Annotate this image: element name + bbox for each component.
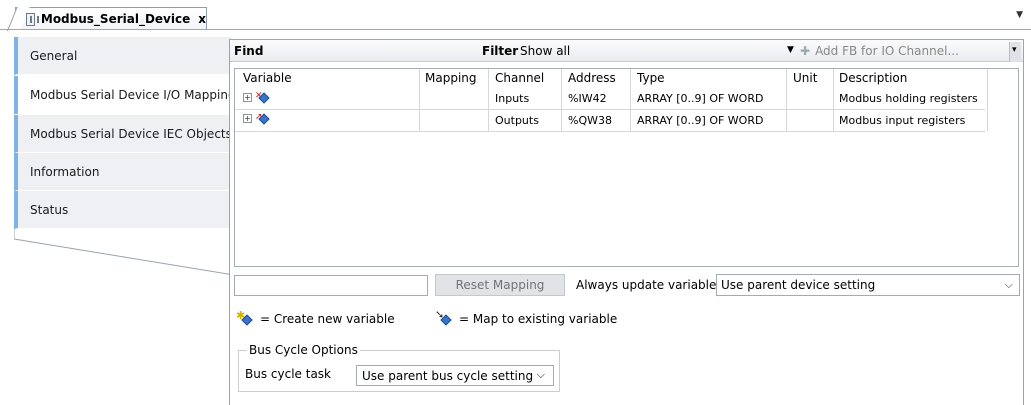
header-type[interactable]: Type <box>637 71 665 85</box>
output-variable-icon: ➚ <box>255 112 270 125</box>
always-update-select[interactable]: Use parent device setting ⌵ <box>716 274 1020 296</box>
sidebar-item-information[interactable]: Information <box>14 153 232 191</box>
column-divider <box>786 69 787 131</box>
chevron-down-icon: ⌵ <box>536 368 545 381</box>
cell-address: %QW38 <box>568 114 612 127</box>
editor-tab-strip: Modbus_Serial_Device x ▼ <box>0 0 1031 30</box>
cell-channel: Inputs <box>495 92 530 105</box>
filter-label: Filter <box>482 44 519 58</box>
bus-cycle-task-value: Use parent bus cycle setting <box>362 368 534 383</box>
sidebar-item-io-mapping[interactable]: Modbus Serial Device I/O Mapping <box>14 76 236 114</box>
always-update-label: Always update variables <box>576 278 723 292</box>
header-unit[interactable]: Unit <box>793 71 817 85</box>
input-variable-icon: ✕ <box>255 91 270 104</box>
sidebar-item-label: Information <box>30 164 100 179</box>
bus-cycle-task-label: Bus cycle task <box>245 367 331 381</box>
cell-type: ARRAY [0..9] OF WORD <box>637 114 764 127</box>
device-editor-sidebar: General Modbus Serial Device I/O Mapping… <box>8 37 236 405</box>
add-fb-label: Add FB for IO Channel... <box>815 44 959 58</box>
column-divider <box>630 69 631 131</box>
legend-create-new: ✱ = Create new variable <box>236 309 395 326</box>
tabstrip-divider <box>0 29 1031 30</box>
column-divider <box>561 69 562 131</box>
map-existing-variable-icon: ➘ <box>435 308 453 326</box>
header-variable[interactable]: Variable <box>243 71 292 85</box>
add-fb-button[interactable]: ✚ Add FB for IO Channel... <box>800 42 1010 60</box>
io-mapping-panel: Find Filter Show all ▼ ✚ Add FB for IO C… <box>229 39 1024 405</box>
column-divider <box>488 69 489 131</box>
header-mapping[interactable]: Mapping <box>425 71 477 85</box>
header-description[interactable]: Description <box>839 71 907 85</box>
row-divider <box>235 131 985 132</box>
cell-type: ARRAY [0..9] OF WORD <box>637 92 764 105</box>
device-icon <box>26 12 39 26</box>
reset-mapping-button[interactable]: Reset Mapping <box>435 274 565 296</box>
bus-cycle-options-title: Bus Cycle Options <box>247 343 360 357</box>
editor-tab[interactable]: Modbus_Serial_Device x <box>15 7 207 30</box>
always-update-value: Use parent device setting <box>721 278 876 292</box>
header-channel[interactable]: Channel <box>495 71 544 85</box>
column-divider <box>833 69 834 131</box>
bus-cycle-options-group: Bus Cycle Options Bus cycle task Use par… <box>238 343 560 392</box>
cell-channel: Outputs <box>495 114 539 127</box>
sidebar-item-label: Status <box>30 202 69 217</box>
column-divider <box>987 69 988 131</box>
chevron-down-icon: ⌵ <box>1004 278 1013 291</box>
io-mapping-table: Variable Mapping Channel Address Type Un… <box>234 68 1019 267</box>
create-new-variable-icon: ✱ <box>236 309 254 326</box>
tab-list-dropdown-icon[interactable]: ▼ <box>1016 10 1023 20</box>
editor-tab-title: Modbus_Serial_Device <box>40 12 191 26</box>
column-divider <box>419 69 420 131</box>
close-tab-icon[interactable]: x <box>198 12 206 26</box>
find-filter-bar: Find Filter Show all ▼ ✚ Add FB for IO C… <box>230 40 1023 62</box>
sidebar-item-label: Modbus Serial Device IEC Objects <box>30 126 232 141</box>
row-divider <box>235 109 985 110</box>
plus-expander-icon[interactable]: + <box>243 93 252 102</box>
find-label[interactable]: Find <box>234 44 263 58</box>
sidebar-tab-flare <box>14 227 234 276</box>
filter-select[interactable]: Show all <box>520 44 570 58</box>
legend-map-existing-label: = Map to existing variable <box>459 312 618 326</box>
sidebar-item-status[interactable]: Status <box>14 191 232 229</box>
sidebar-item-iec-objects[interactable]: Modbus Serial Device IEC Objects <box>14 115 232 153</box>
legend-map-existing: ➘ = Map to existing variable <box>435 308 618 326</box>
plus-expander-icon[interactable]: + <box>243 114 252 123</box>
bus-cycle-task-select[interactable]: Use parent bus cycle setting ⌵ <box>356 365 554 386</box>
header-address[interactable]: Address <box>568 71 616 85</box>
add-fb-icon: ✚ <box>800 44 811 58</box>
cell-description: Modbus holding registers <box>839 92 978 105</box>
findbar-scroll-button[interactable] <box>1009 42 1021 62</box>
sidebar-item-general[interactable]: General <box>14 37 232 75</box>
legend-create-new-label: = Create new variable <box>260 312 395 326</box>
sidebar-item-label: General <box>30 48 78 63</box>
filter-dropdown-icon[interactable]: ▼ <box>787 45 794 55</box>
mapping-filter-input[interactable] <box>234 275 428 296</box>
sidebar-item-label: Modbus Serial Device I/O Mapping <box>30 88 236 102</box>
cell-description: Modbus input registers <box>839 114 966 127</box>
cell-address: %IW42 <box>568 92 607 105</box>
